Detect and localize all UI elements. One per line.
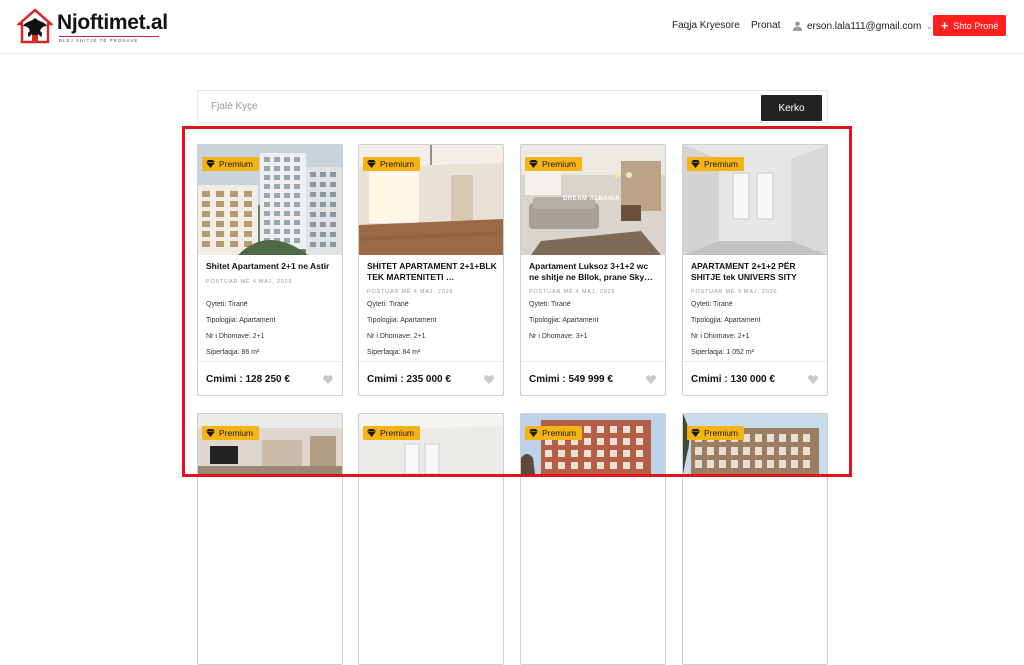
highlight-frame [182,126,852,477]
